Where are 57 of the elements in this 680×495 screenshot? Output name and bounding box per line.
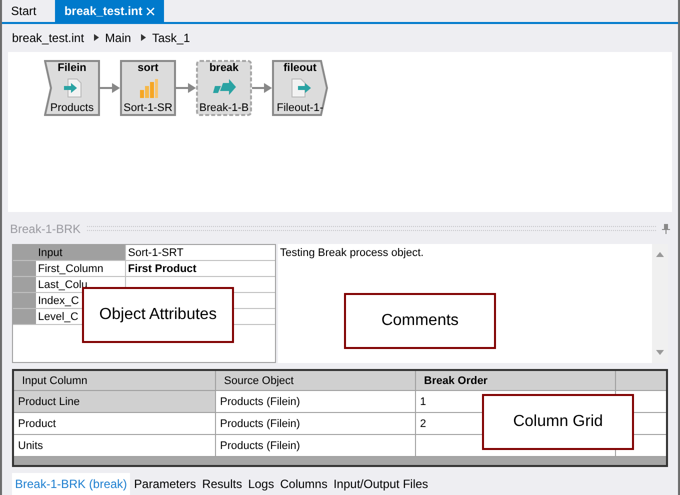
tab[interactable]: Break-1-BRK (break) bbox=[12, 473, 130, 495]
node-title: sort bbox=[138, 60, 158, 75]
row-header[interactable] bbox=[13, 244, 36, 260]
callout-label: Object Attributes bbox=[82, 287, 234, 343]
process-node[interactable]: sort Sort-1-SR bbox=[120, 60, 176, 116]
table-cell: Product bbox=[14, 413, 216, 434]
scroll-down-icon[interactable] bbox=[656, 350, 664, 356]
process-node[interactable]: fileout Fileout-1- bbox=[272, 60, 328, 116]
column-header[interactable]: Break Order bbox=[416, 371, 616, 390]
tab[interactable]: Start bbox=[2, 0, 46, 22]
node-label: Products bbox=[50, 100, 94, 115]
column-header[interactable]: Input Column bbox=[14, 371, 216, 390]
separator-icon bbox=[141, 34, 146, 42]
separator-icon bbox=[94, 34, 100, 42]
node-title: fileout bbox=[284, 60, 316, 75]
pin-icon[interactable] bbox=[662, 224, 670, 234]
table-cell: Products (Filein) bbox=[216, 435, 416, 456]
tab[interactable]: Columns bbox=[278, 473, 330, 495]
attribute-value[interactable]: First Product bbox=[128, 262, 196, 275]
table-cell: Units bbox=[14, 435, 216, 456]
panel-title: Break-1-BRK bbox=[10, 220, 81, 238]
tab[interactable]: Logs bbox=[246, 473, 276, 495]
connector-arrow bbox=[252, 82, 272, 93]
attribute-name[interactable]: Index_C bbox=[38, 294, 79, 307]
table-cell: Products (Filein) bbox=[216, 413, 416, 434]
row-header[interactable] bbox=[13, 260, 36, 276]
row-header[interactable] bbox=[13, 276, 36, 292]
process-node[interactable]: break Break-1-B bbox=[196, 60, 252, 116]
node-label: Break-1-B bbox=[199, 100, 249, 115]
node-title: break bbox=[209, 60, 239, 75]
connector-arrow bbox=[100, 82, 120, 93]
close-icon[interactable] bbox=[146, 6, 156, 16]
node-title: Filein bbox=[58, 60, 86, 75]
attribute-name[interactable]: Level_C bbox=[38, 310, 78, 323]
column-header[interactable]: Source Object bbox=[216, 371, 416, 390]
callout-label: Column Grid bbox=[482, 394, 634, 450]
callout-label: Comments bbox=[344, 293, 496, 349]
tab[interactable]: break_test.int bbox=[55, 0, 164, 22]
process-node[interactable]: Filein Products bbox=[44, 60, 100, 116]
breadcrumb-item[interactable]: Task_1 bbox=[152, 28, 190, 47]
tab[interactable]: Input/Output Files bbox=[331, 473, 430, 495]
node-label: Sort-1-SR bbox=[124, 100, 172, 115]
comment-text: Testing Break process object. bbox=[280, 246, 424, 259]
table-cell: Product Line bbox=[14, 391, 216, 412]
table-cell: Products (Filein) bbox=[216, 391, 416, 412]
breadcrumb-item[interactable]: break_test.int bbox=[12, 28, 84, 47]
connector-arrow bbox=[176, 82, 196, 93]
node-label: Fileout-1- bbox=[276, 100, 324, 115]
tab[interactable]: Parameters bbox=[132, 473, 198, 495]
scroll-up-icon[interactable] bbox=[656, 252, 664, 257]
row-header[interactable] bbox=[13, 292, 36, 308]
attribute-value[interactable]: Sort-1-SRT bbox=[128, 246, 184, 259]
breadcrumb-item[interactable]: Main bbox=[105, 28, 132, 47]
file-export-icon bbox=[288, 78, 312, 98]
tab[interactable]: Results bbox=[200, 473, 244, 495]
row-header[interactable] bbox=[13, 308, 36, 324]
attribute-name[interactable]: First_Column bbox=[38, 262, 104, 275]
